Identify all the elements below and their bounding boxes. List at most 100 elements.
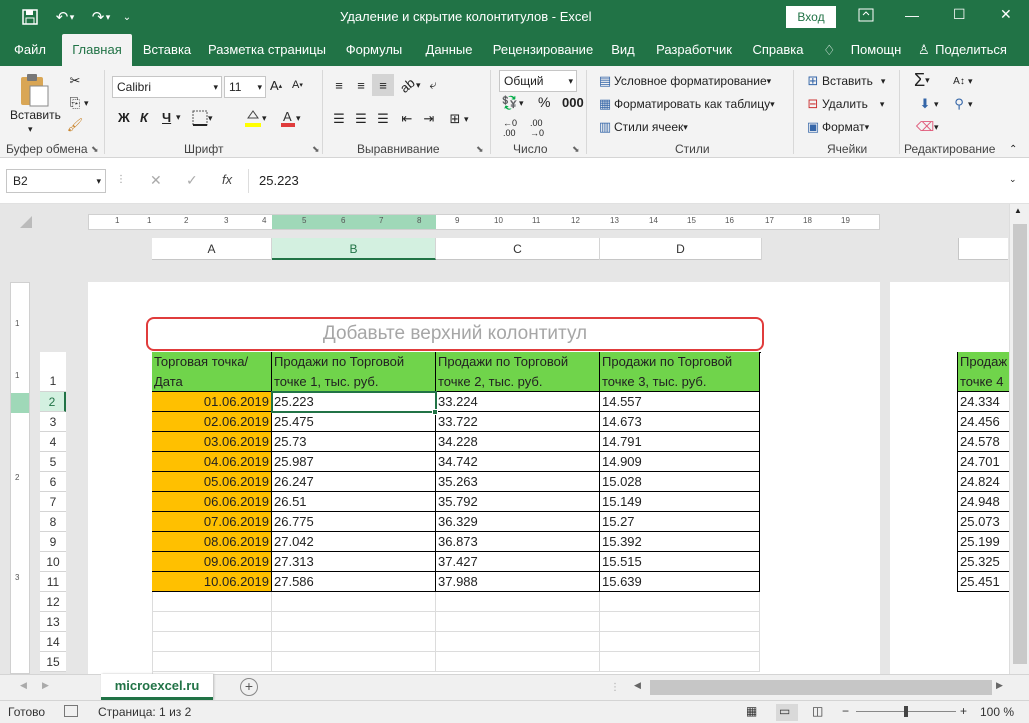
expand-formula-bar-icon[interactable]: ⌄	[1009, 174, 1017, 185]
column-header-a[interactable]: A	[152, 238, 272, 260]
align-left-icon[interactable]: ☰	[330, 110, 348, 128]
select-all-corner[interactable]	[20, 216, 32, 228]
increase-indent-icon[interactable]: ⇥	[420, 110, 438, 128]
insert-function-button[interactable]: fx	[222, 172, 232, 187]
align-center-icon[interactable]: ☰	[352, 110, 370, 128]
find-select-icon[interactable]: ⚲ ▾	[950, 95, 972, 113]
sales-cell[interactable]: 37.988	[436, 572, 600, 592]
bold-button[interactable]: Ж	[118, 110, 130, 125]
format-as-table-button[interactable]: ▦ Форматировать как таблицу ▾	[596, 95, 775, 113]
sales-cell[interactable]: 14.791	[600, 432, 760, 452]
date-cell[interactable]: 07.06.2019	[152, 512, 272, 532]
sales-cell[interactable]: 27.313	[272, 552, 436, 572]
scroll-right-icon[interactable]: ▶	[996, 680, 1003, 691]
sales-cell[interactable]: 35.263	[436, 472, 600, 492]
fill-color-icon[interactable]: ▾	[244, 108, 267, 128]
italic-button[interactable]: К	[140, 110, 148, 125]
empty-cell[interactable]	[152, 632, 272, 652]
number-launcher-icon[interactable]: ⬊	[572, 144, 580, 155]
date-cell[interactable]: 04.06.2019	[152, 452, 272, 472]
column-header-c[interactable]: C	[436, 238, 600, 260]
ribbon-display-icon[interactable]	[858, 8, 880, 26]
header-placeholder[interactable]: Добавьте верхний колонтитул	[146, 317, 764, 351]
empty-cell[interactable]	[272, 632, 436, 652]
font-size-dropdown-icon[interactable]: ▾	[257, 77, 262, 97]
formula-input[interactable]: 25.223	[248, 169, 1022, 193]
table2-sales-cell[interactable]: 24.456	[958, 412, 1009, 432]
empty-cell[interactable]	[436, 652, 600, 672]
row-header-15[interactable]: 15	[40, 652, 66, 672]
insert-cells-button[interactable]: ⊞ Вставить ▾	[804, 72, 886, 90]
row-header-5[interactable]: 5	[40, 452, 66, 472]
sales-cell[interactable]: 33.224	[436, 392, 600, 412]
zoom-slider-thumb[interactable]	[904, 706, 908, 717]
merge-center-icon[interactable]: ⊞ ▾	[446, 110, 469, 128]
sales-cell[interactable]: 15.639	[600, 572, 760, 592]
empty-cell[interactable]	[600, 632, 760, 652]
date-cell[interactable]: 03.06.2019	[152, 432, 272, 452]
table2-sales-cell[interactable]: 25.451	[958, 572, 1009, 592]
decrease-font-icon[interactable]: A ▾	[292, 79, 303, 91]
empty-cell[interactable]	[436, 632, 600, 652]
copy-icon[interactable]: ⎘ ▾	[66, 94, 89, 112]
zoom-in-icon[interactable]: +	[960, 704, 967, 718]
clipboard-launcher-icon[interactable]: ⬊	[91, 144, 99, 155]
align-top-icon[interactable]: ≡	[330, 76, 348, 94]
date-cell[interactable]: 08.06.2019	[152, 532, 272, 552]
increase-decimal-icon[interactable]: ←0.00	[503, 118, 517, 138]
undo-dropdown-icon[interactable]: ▾	[66, 6, 78, 28]
date-cell[interactable]: 01.06.2019	[152, 392, 272, 412]
empty-cell[interactable]	[152, 592, 272, 612]
page-break-view-icon[interactable]: ◫	[812, 704, 823, 718]
empty-cell[interactable]	[272, 612, 436, 632]
scroll-left-icon[interactable]: ◀	[634, 680, 641, 691]
decrease-decimal-icon[interactable]: .00 →0	[530, 118, 544, 138]
save-icon[interactable]	[18, 6, 42, 28]
next-sheet-icon[interactable]: ▶	[42, 680, 49, 691]
paste-button[interactable]: Вставить	[10, 108, 61, 122]
table2-sales-cell[interactable]: 24.948	[958, 492, 1009, 512]
number-format-dropdown-icon[interactable]: ▾	[568, 71, 573, 91]
column-header-b[interactable]: B	[272, 238, 436, 260]
tab-review[interactable]: Рецензирование	[490, 34, 596, 66]
sales-cell[interactable]: 27.042	[272, 532, 436, 552]
fill-handle[interactable]	[432, 409, 438, 415]
sales-cell[interactable]: 26.51	[272, 492, 436, 512]
table2-sales-cell[interactable]: 24.824	[958, 472, 1009, 492]
signin-button[interactable]: Вход	[786, 6, 836, 28]
horizontal-scroll-thumb[interactable]	[650, 680, 992, 695]
row-header-14[interactable]: 14	[40, 632, 66, 652]
font-color-icon[interactable]: A ▾	[280, 108, 301, 128]
empty-cell[interactable]	[600, 652, 760, 672]
sales-cell[interactable]: 33.722	[436, 412, 600, 432]
alignment-launcher-icon[interactable]: ⬊	[476, 144, 484, 155]
format-cells-button[interactable]: ▣ Формат ▾	[804, 118, 869, 136]
customize-qat-icon[interactable]: ⌄	[120, 6, 134, 28]
sales-cell[interactable]: 15.515	[600, 552, 760, 572]
sort-filter-icon[interactable]: A↕ ▾	[950, 72, 972, 90]
empty-cell[interactable]	[152, 612, 272, 632]
zoom-out-icon[interactable]: −	[842, 704, 849, 718]
table2-sales-cell[interactable]: 25.325	[958, 552, 1009, 572]
empty-cell[interactable]	[436, 612, 600, 632]
sales-cell[interactable]: 37.427	[436, 552, 600, 572]
tab-data[interactable]: Данные	[420, 34, 478, 66]
vertical-scrollbar[interactable]: ▲	[1009, 204, 1029, 674]
currency-icon[interactable]: 💱 ▾	[501, 94, 524, 112]
new-sheet-icon[interactable]: +	[240, 678, 258, 696]
empty-cell[interactable]	[436, 592, 600, 612]
paste-dropdown-icon[interactable]: ▾	[28, 124, 33, 135]
cancel-entry-icon[interactable]: ✕	[150, 172, 162, 189]
restore-button[interactable]: ☐	[953, 6, 966, 23]
paste-icon[interactable]	[18, 72, 54, 112]
sales-cell[interactable]: 15.27	[600, 512, 760, 532]
selected-cell-b2[interactable]	[271, 391, 437, 413]
increase-font-icon[interactable]: A ▴	[270, 78, 282, 93]
row-header-11[interactable]: 11	[40, 572, 66, 592]
date-cell[interactable]: 06.06.2019	[152, 492, 272, 512]
row-header-4[interactable]: 4	[40, 432, 66, 452]
sales-cell[interactable]: 25.475	[272, 412, 436, 432]
row-header-2[interactable]: 2	[40, 392, 66, 412]
confirm-entry-icon[interactable]: ✓	[186, 172, 198, 189]
row-header-8[interactable]: 8	[40, 512, 66, 532]
